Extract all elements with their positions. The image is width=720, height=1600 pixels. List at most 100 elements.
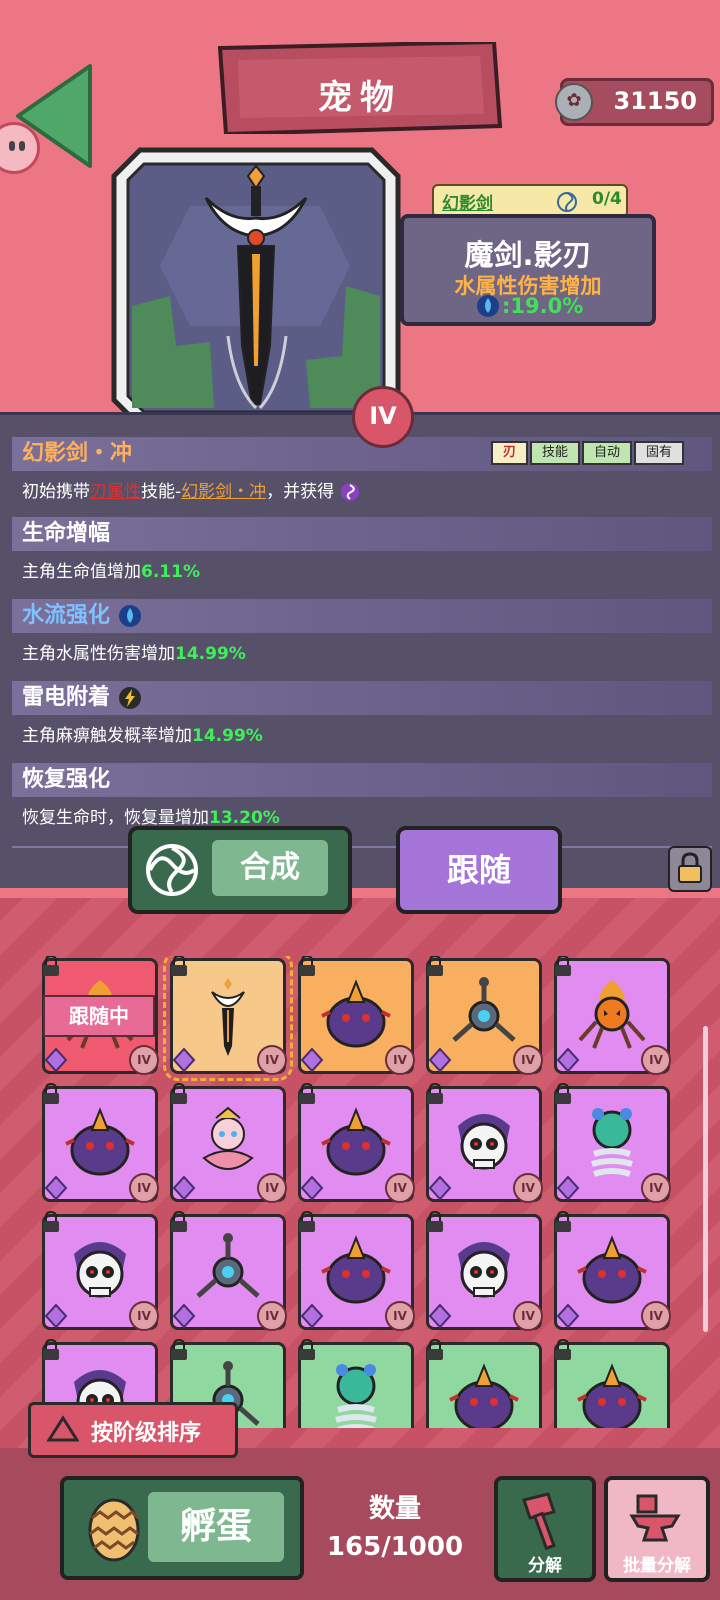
tier-badge: IV [513,1045,543,1075]
pet-card[interactable]: IV [426,1339,542,1428]
pet-card[interactable]: IV [554,956,671,1075]
flame-spider-icon [578,980,646,1049]
skill-title: 恢复强化 [12,763,712,797]
pet-attribute-value: :19.0% [502,294,584,318]
tier-badge: IV [513,1301,543,1331]
pet-card[interactable]: IV [426,956,543,1075]
pet-card[interactable]: IV [298,1211,415,1331]
lock-icon [43,1083,59,1104]
skull-icon [74,1242,126,1298]
lock-icon [299,1211,315,1232]
lock-icon [299,1339,315,1360]
batch-decompose-button[interactable]: 批量分解 [604,1476,710,1582]
decompose-label: 分解 [528,1556,562,1576]
set-tag: 幻影剑 0/4 [432,184,628,218]
decompose-button[interactable]: 分解 [494,1476,596,1582]
lock-icon [43,1339,59,1360]
synthesize-button[interactable]: 合成 [128,826,352,914]
hatch-button[interactable]: 孵蛋 [60,1476,304,1580]
element-gem-icon [556,1047,580,1073]
triangle-icon [47,1415,79,1442]
lock-button[interactable] [668,846,712,892]
lock-icon [427,1211,443,1232]
skill-title: 雷电附着 [12,681,712,715]
vortex-icon [557,192,577,212]
element-gem-icon [44,1175,68,1201]
drone-icon [196,1233,260,1298]
tier-badge: IV [129,1173,159,1203]
lock-icon [555,1083,571,1104]
skill-tag: 刃 [490,441,528,465]
pet-card[interactable]: IV [554,1083,671,1203]
anvil-icon [629,1494,681,1542]
lock-icon [171,1211,187,1232]
spring-icon [591,1108,633,1177]
pet-card[interactable]: IV 跟随中 [42,956,159,1075]
spring-icon [335,1364,377,1428]
lock-icon [171,1083,187,1104]
element-gem-icon [428,1303,452,1329]
count-value: 165/1000 [326,1532,464,1562]
tier-badge: IV [385,1301,415,1331]
skill-tags: 刃 技能 自动 固有 [490,441,684,465]
lock-icon [43,1211,59,1232]
horn-blob-icon [65,1107,135,1176]
skill-description: 主角生命值增加6.11% [22,562,200,582]
pet-card[interactable]: IV [426,1083,543,1203]
batch-decompose-label: 批量分解 [623,1556,691,1576]
vortex-badge-icon [340,483,359,501]
set-name[interactable]: 幻影剑 [442,189,493,214]
element-gem-icon [44,1047,68,1073]
skull-icon [458,1114,510,1170]
element-gem-icon [300,1303,324,1329]
lock-icon [171,956,187,976]
sword-icon [211,978,245,1056]
tier-badge: IV [513,1173,543,1203]
pet-card[interactable]: IV [298,1083,415,1203]
count-label: 数量 [368,1494,421,1524]
skill-panel[interactable]: 幻影剑・冲 刃 技能 自动 固有 初始携带刃属性技能-幻影剑・冲，并获得 生命增… [0,412,720,891]
pet-card[interactable]: IV [163,956,293,1081]
hatch-label: 孵蛋 [148,1492,284,1562]
pet-grid[interactable]: IV跟随中IVIVIVIVIVIVIVIVIVIVIVIVIVIVIVIVIVI… [40,956,680,1428]
water-drop-icon [118,605,141,627]
pet-card[interactable]: IV [554,1211,671,1331]
element-gem-icon [428,1047,452,1073]
tier-badge: IV [385,1045,415,1075]
skill-row: 雷电附着 主角麻痹触发概率增加14.99% [12,681,712,766]
skill-description: 主角麻痹触发概率增加14.99% [22,726,263,746]
pet-card[interactable]: IV [426,1211,543,1331]
pet-name: 魔剑.影刃 [464,238,592,272]
pet-card[interactable]: IV [298,956,415,1075]
lightning-icon [118,687,141,709]
tier-badge: IV [257,1173,287,1203]
skill-description: 主角水属性伤害增加14.99% [22,644,246,664]
pet-card[interactable]: IV [170,1211,287,1331]
follow-button[interactable]: 跟随 [396,826,562,914]
lock-icon [678,852,702,883]
pet-card[interactable]: IV [42,1083,159,1203]
page-title: 宠物 [318,78,402,118]
tier-badge: IV [641,1173,671,1203]
sort-label: 按阶级排序 [91,1421,202,1446]
skill-description: 初始携带刃属性技能-幻影剑・冲，并获得 [12,477,712,502]
pet-card[interactable]: IV [554,1339,670,1428]
lock-icon [427,1339,443,1360]
skill-row: 水流强化 主角水属性伤害增加14.99% [12,599,712,684]
skill-row: 幻影剑・冲 刃 技能 自动 固有 初始携带刃属性技能-幻影剑・冲，并获得 [12,437,712,522]
scrollbar[interactable] [703,1026,708,1332]
lock-icon [43,956,59,976]
element-gem-icon [172,1047,196,1073]
featured-pet-frame [110,146,402,430]
tier-badge: IV [641,1301,671,1331]
horn-blob-icon [321,1107,391,1176]
element-gem-icon [300,1047,324,1073]
element-gem-icon [556,1175,580,1201]
tier-badge: IV [129,1301,159,1331]
pet-card[interactable]: IV [42,1211,159,1331]
pet-card[interactable]: IV [170,1083,287,1203]
pet-card[interactable]: IV [298,1339,414,1428]
tier-badge: IV [257,1301,287,1331]
water-drop-icon [477,295,499,317]
sort-button[interactable]: 按阶级排序 [28,1402,238,1458]
